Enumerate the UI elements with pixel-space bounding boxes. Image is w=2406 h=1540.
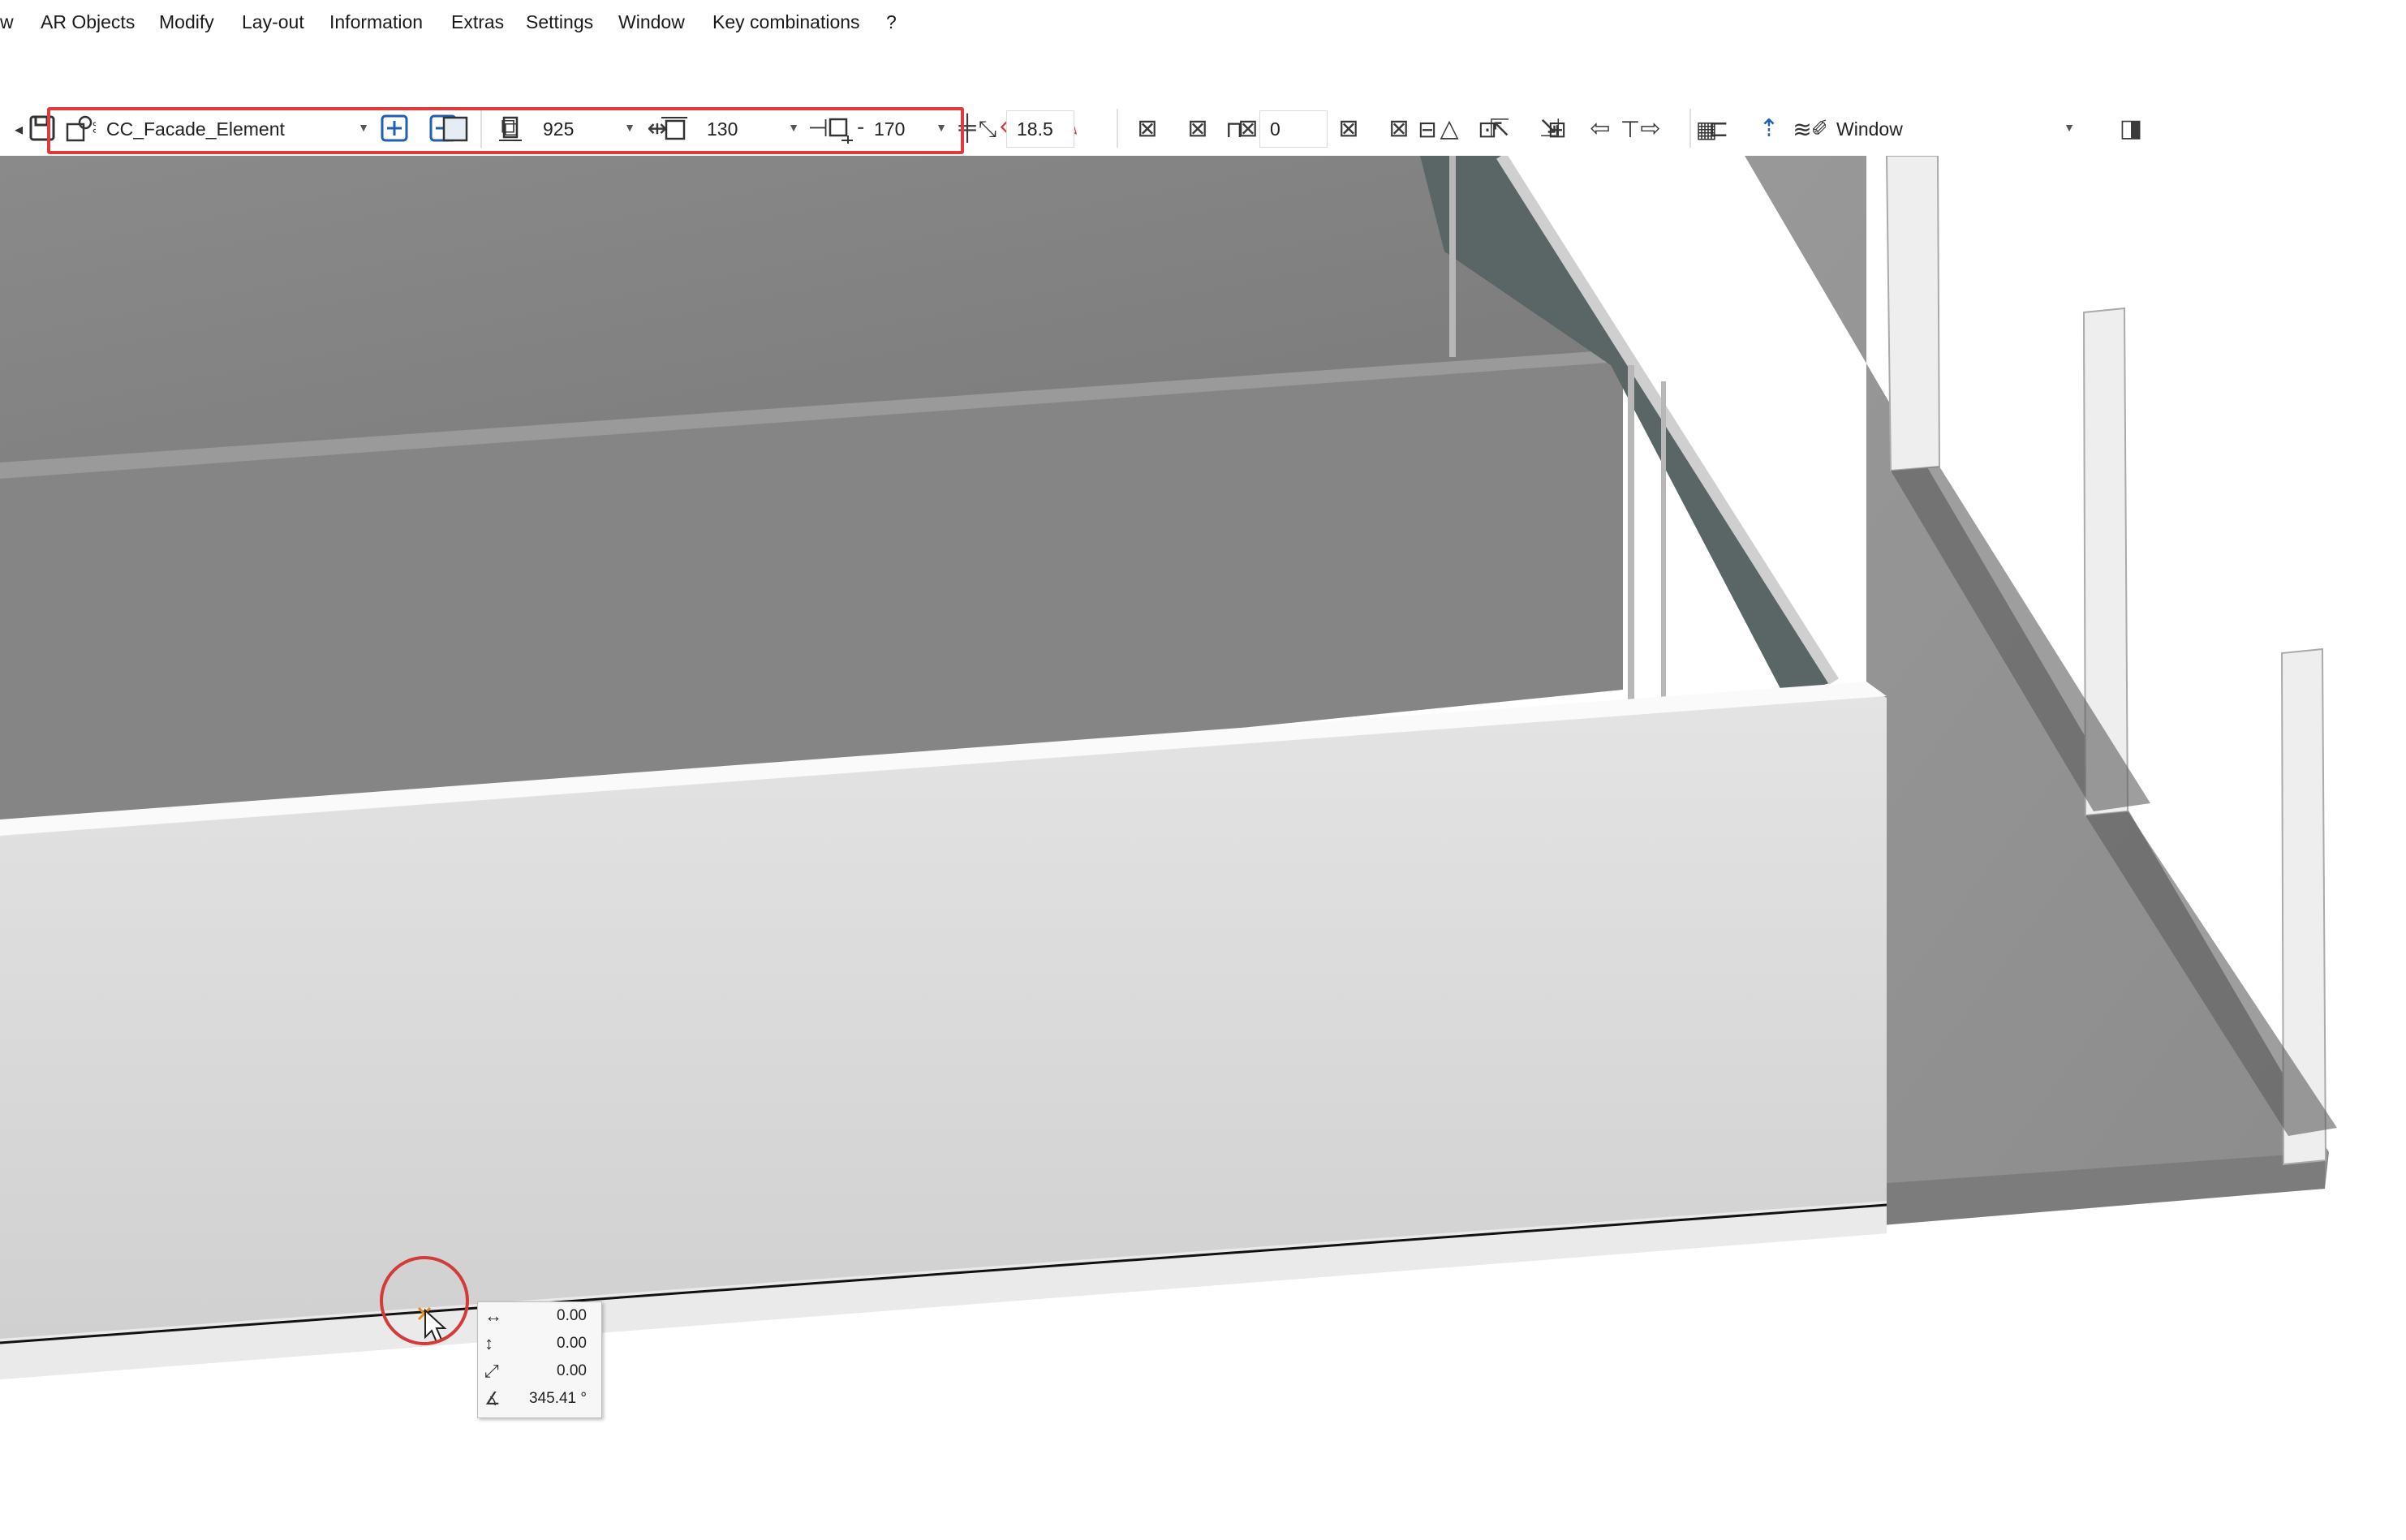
menu-extras[interactable]: Extras bbox=[451, 11, 504, 33]
snap-point-highlight bbox=[380, 1256, 469, 1345]
window-type-1-icon[interactable]: ⊠ bbox=[1130, 110, 1165, 146]
window-type-2-icon[interactable]: ⊠ bbox=[1180, 110, 1216, 146]
offset-value: 0 bbox=[1270, 118, 1280, 140]
menu-bar: w AR Objects Modify Lay-out Information … bbox=[0, 0, 2406, 52]
3d-viewport[interactable] bbox=[0, 156, 2406, 1540]
horizontal-arrow-icon: ↔ bbox=[484, 1306, 502, 1326]
layers-icon[interactable]: ≋ bbox=[1784, 110, 1821, 148]
dx-row: ↔ 0.00 bbox=[484, 1306, 587, 1326]
row-scroll-icon[interactable]: ◂ bbox=[0, 110, 37, 148]
menu-ar-objects[interactable]: AR Objects bbox=[41, 11, 135, 33]
window-type-5-icon[interactable]: ⊠ bbox=[1331, 110, 1367, 146]
menu-help[interactable]: ? bbox=[886, 11, 897, 33]
menu-settings[interactable]: Settings bbox=[526, 11, 593, 33]
layer-value: Window bbox=[1836, 118, 1903, 140]
menu-layout[interactable]: Lay-out bbox=[242, 11, 304, 33]
dy-row: ↕ 0.00 bbox=[484, 1333, 587, 1353]
menu-information[interactable]: Information bbox=[329, 11, 423, 33]
angle-icon: ∡ bbox=[484, 1388, 501, 1409]
scale-input[interactable]: 18.5 bbox=[1006, 110, 1074, 148]
menu-view[interactable]: w bbox=[0, 11, 14, 33]
layer-select[interactable]: Window ▼ bbox=[1826, 110, 2085, 148]
vertical-arrow-icon: ↕ bbox=[484, 1333, 493, 1353]
distance-row: ⤢ 0.00 bbox=[484, 1361, 587, 1381]
model-view bbox=[0, 156, 2337, 1379]
frame-icon[interactable]: ⊡ bbox=[1469, 110, 1506, 148]
dimension-highlight-box bbox=[47, 107, 964, 154]
angle-row: ∡ 345.41 ° bbox=[484, 1388, 587, 1409]
offset-input[interactable]: 0 bbox=[1259, 110, 1328, 148]
menu-key-combinations[interactable]: Key combinations bbox=[712, 11, 860, 33]
reveal-icon[interactable]: ⊟ bbox=[1409, 110, 1446, 148]
menu-window[interactable]: Window bbox=[618, 11, 685, 33]
scale-factor-icon: ⤡ bbox=[978, 115, 997, 141]
column-1 bbox=[1885, 156, 1941, 472]
diagonal-arrow-icon: ⤢ bbox=[484, 1361, 499, 1381]
coordinate-tooltip: ↔ 0.00 ↕ 0.00 ⤢ 0.00 ∡ 345.41 ° bbox=[477, 1301, 602, 1418]
sill-icon[interactable]: ⊞ bbox=[1539, 110, 1576, 148]
offset-icon: ⊓ bbox=[1225, 116, 1243, 142]
chevron-down-icon: ▼ bbox=[2064, 121, 2075, 134]
smart-parts-icon[interactable]: ⊤ bbox=[1612, 110, 1649, 148]
camera-icon[interactable]: ◨ bbox=[2113, 110, 2149, 146]
menu-modify[interactable]: Modify bbox=[159, 11, 214, 33]
scale-value: 18.5 bbox=[1017, 118, 1053, 140]
elevation-icon[interactable]: ⇡ bbox=[1751, 110, 1787, 146]
grid-icon[interactable]: ▦ bbox=[1688, 110, 1725, 148]
